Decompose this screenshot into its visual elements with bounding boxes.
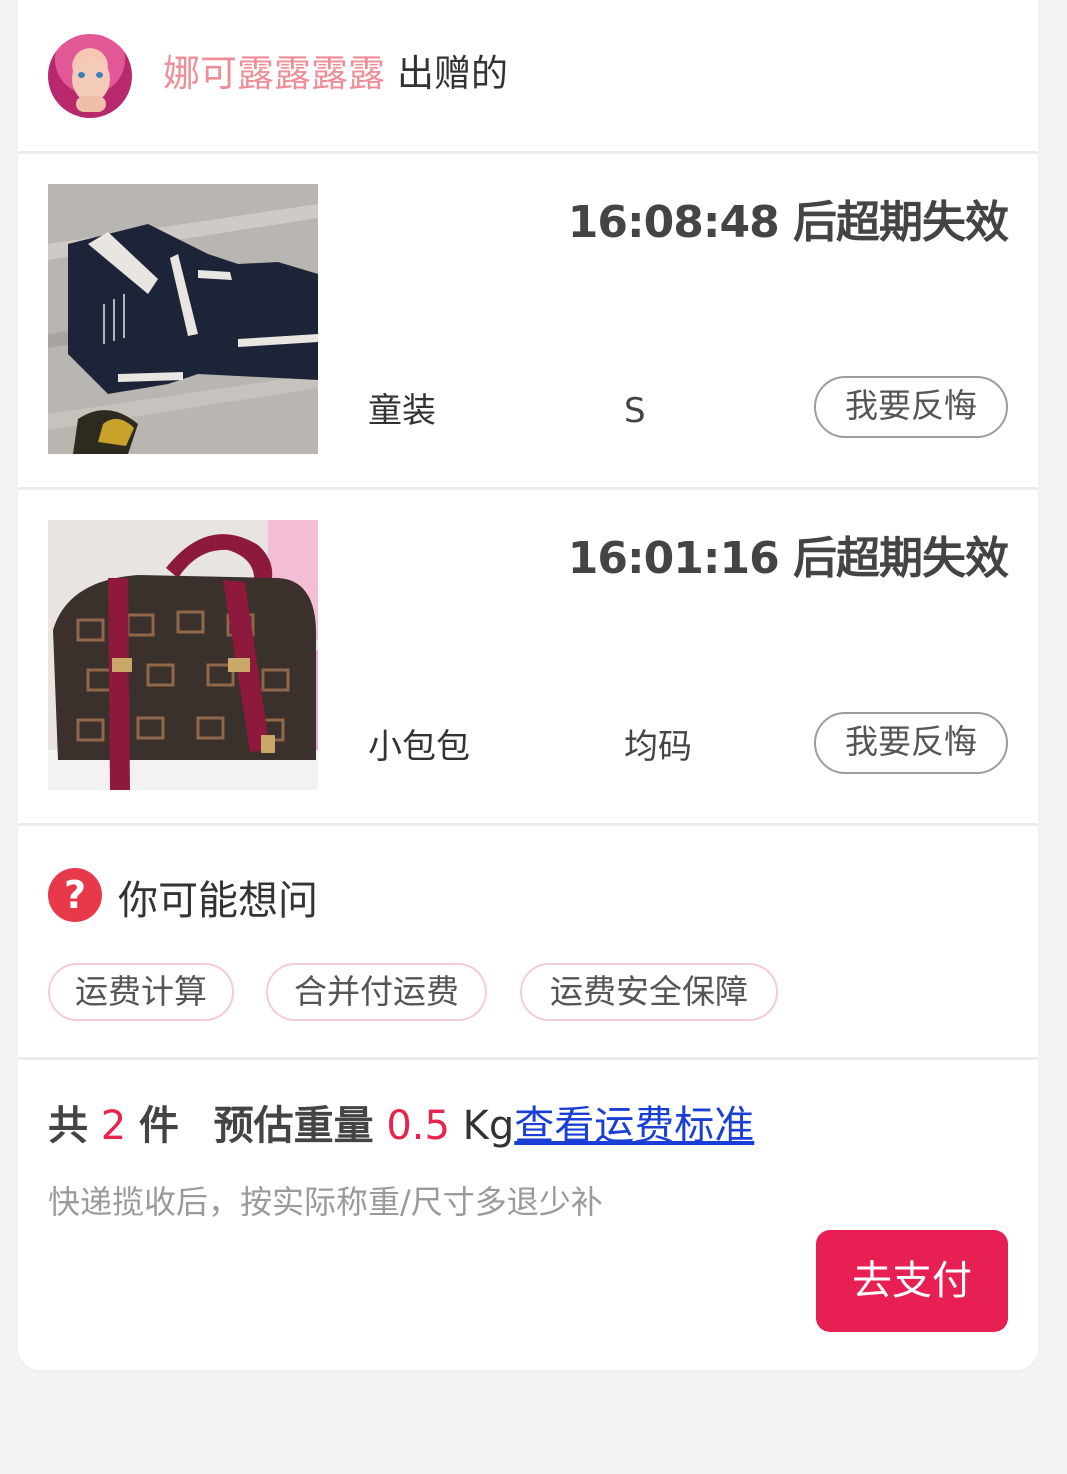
item-row: 16:08:48 后超期失效 童装 S 我要反悔	[18, 154, 1038, 488]
item-photo-kids-clothes[interactable]	[48, 184, 318, 454]
handbag-photo-image	[48, 520, 318, 790]
donation-card: 娜可露露露露 出赠的 16:08:48 后超期失效 童装 S 我要反悔 16:0…	[18, 0, 1038, 1370]
total-prefix: 共	[48, 1103, 88, 1149]
item-size: 均码	[624, 727, 692, 767]
faq-section: ? 你可能想问 运费计算 合并付运费 运费安全保障	[18, 825, 1038, 1057]
item-size: S	[624, 391, 646, 431]
pay-button[interactable]: 去支付	[816, 1230, 1008, 1332]
faq-title: 你可能想问	[118, 878, 318, 924]
item-row: 16:01:16 后超期失效 小包包 均码 我要反悔	[18, 490, 1038, 824]
avatar-eye	[78, 72, 85, 78]
item-category: 童装	[368, 391, 436, 431]
expiry-timer: 16:01:16 后超期失效	[567, 533, 1009, 584]
item-count: 2	[100, 1103, 127, 1149]
avatar-eye	[96, 72, 103, 78]
weight-value: 0.5	[386, 1103, 450, 1149]
expiry-timer: 16:08:48 后超期失效	[567, 197, 1009, 248]
item-category: 小包包	[368, 727, 470, 767]
weight-unit: Kg	[462, 1103, 515, 1149]
donor-line: 娜可露露露露 出赠的	[163, 46, 508, 102]
faq-chip-merge-shipping[interactable]: 合并付运费	[266, 963, 487, 1021]
count-unit: 件	[138, 1103, 179, 1149]
shipping-note: 快递揽收后，按实际称重/尺寸多退少补	[48, 1183, 603, 1221]
faq-chip-shipping-safety[interactable]: 运费安全保障	[520, 963, 778, 1021]
faq-chip-shipping-calc[interactable]: 运费计算	[48, 963, 234, 1021]
item-photo-handbag[interactable]	[48, 520, 318, 790]
donor-name[interactable]: 娜可露露露露	[163, 52, 385, 95]
summary-line: 共 2 件 预估重量 0.5 Kg查看运费标准	[48, 1098, 754, 1154]
shipping-standard-link[interactable]: 查看运费标准	[514, 1103, 754, 1149]
order-summary: 共 2 件 预估重量 0.5 Kg查看运费标准 快递揽收后，按实际称重/尺寸多退…	[18, 1060, 1038, 1370]
regret-button[interactable]: 我要反悔	[814, 376, 1008, 438]
regret-button[interactable]: 我要反悔	[814, 712, 1008, 774]
donor-verb: 出赠的	[397, 52, 508, 95]
weight-label: 预估重量	[213, 1103, 374, 1149]
clothes-photo-image	[48, 184, 318, 454]
question-icon: ?	[48, 868, 102, 922]
avatar-hand	[76, 96, 106, 112]
donor-header: 娜可露露露露 出赠的	[18, 0, 1038, 152]
donor-avatar[interactable]	[48, 34, 132, 118]
